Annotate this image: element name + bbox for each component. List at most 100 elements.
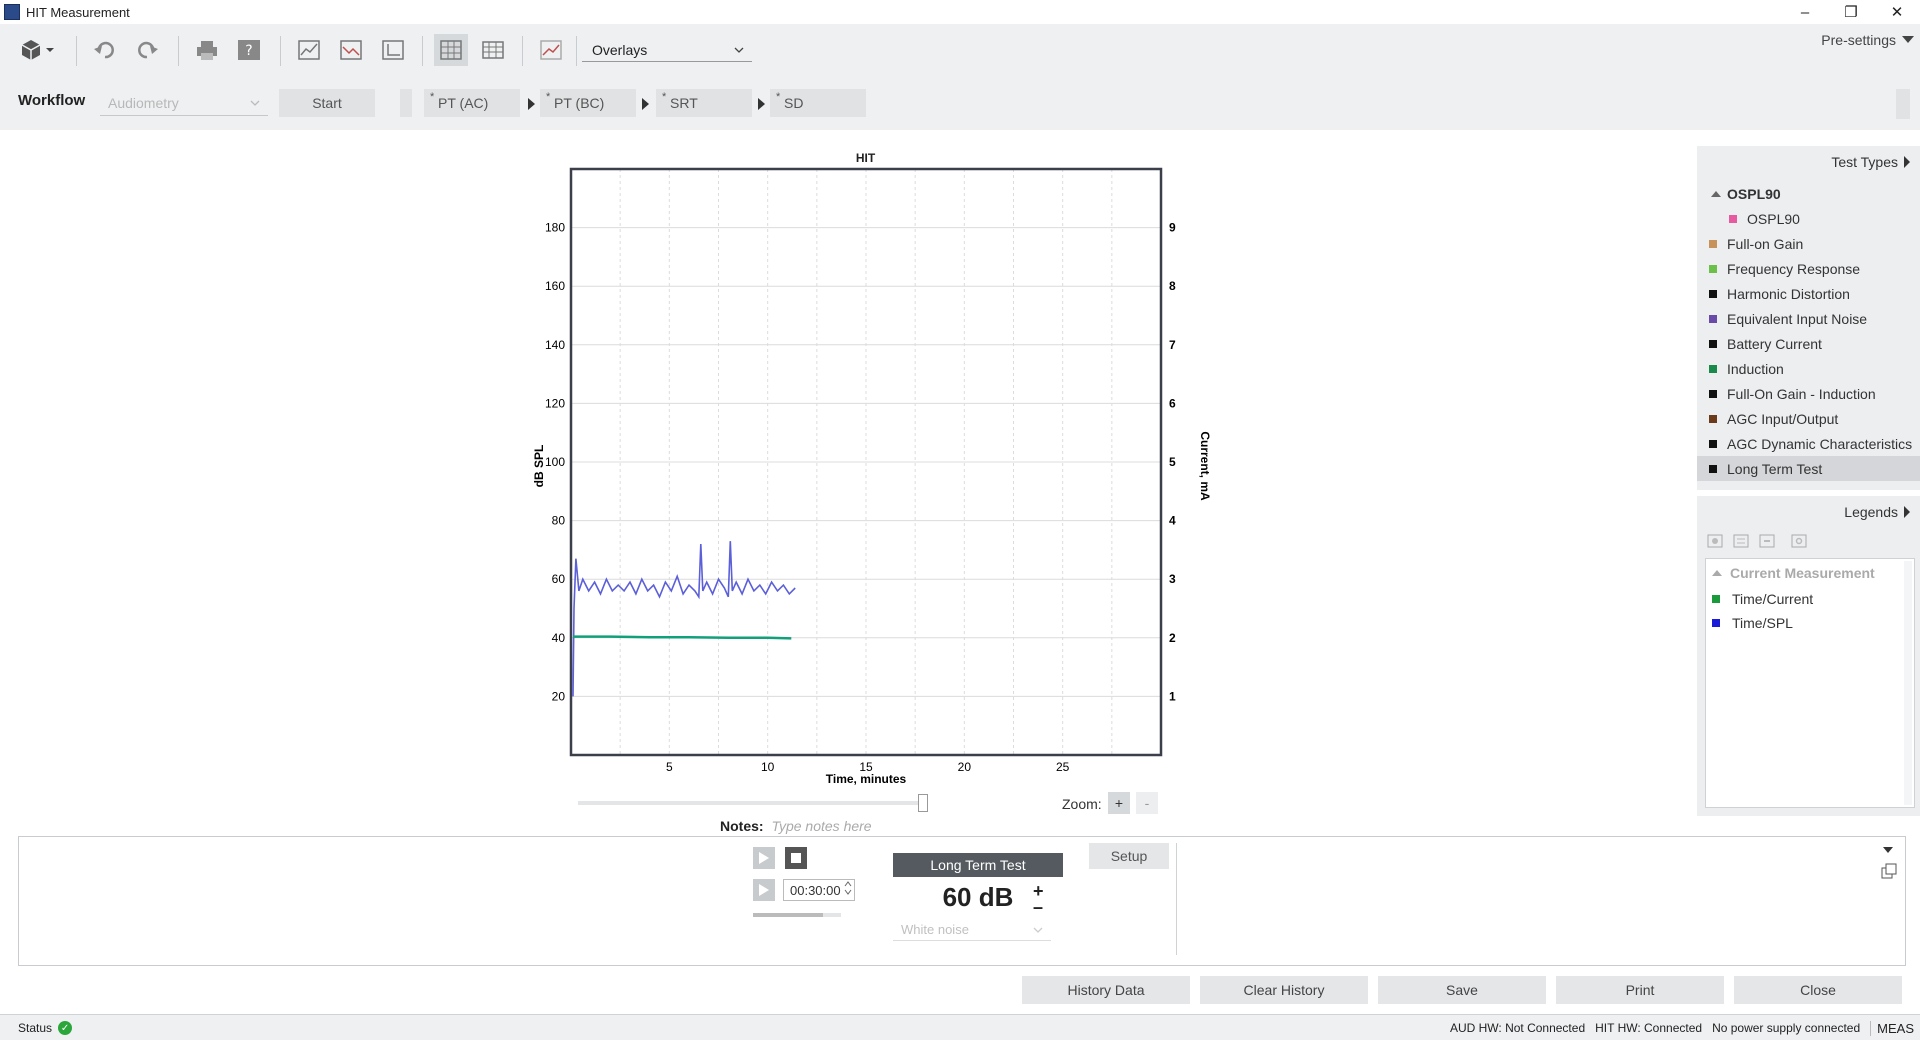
test-type-label: Full-on Gain <box>1727 235 1804 252</box>
x-tick-label: 10 <box>761 760 775 774</box>
overlays-dropdown[interactable]: Overlays <box>582 38 752 62</box>
test-type-item[interactable]: Full-on Gain <box>1697 231 1920 256</box>
status-bar: Status ✓ AUD HW: Not Connected HIT HW: C… <box>0 1014 1920 1040</box>
test-type-swatch <box>1709 389 1717 398</box>
test-types-header[interactable]: Test Types <box>1831 154 1910 170</box>
chevron-down-icon[interactable] <box>844 889 852 895</box>
legend-export-icon[interactable] <box>1759 534 1775 548</box>
legends-header[interactable]: Legends <box>1844 504 1910 520</box>
popout-window-icon[interactable] <box>1881 863 1897 879</box>
test-type-item[interactable]: Harmonic Distortion <box>1697 281 1920 306</box>
chevron-up-icon[interactable] <box>844 881 852 887</box>
test-type-label: Full-On Gain - Induction <box>1727 385 1876 402</box>
test-type-item[interactable]: Equivalent Input Noise <box>1697 306 1920 331</box>
test-group-ospl90[interactable]: OSPL90 <box>1697 181 1920 206</box>
chart-view-button-2[interactable] <box>334 34 368 66</box>
step-marker: * <box>776 91 781 103</box>
step-label: PT (BC) <box>554 95 605 111</box>
workflow-start-button[interactable]: Start <box>279 89 375 117</box>
chart-view-button-1[interactable] <box>292 34 326 66</box>
workflow-step-pt-ac[interactable]: * PT (AC) <box>424 89 520 117</box>
restore-button[interactable]: ❐ <box>1828 0 1874 24</box>
stop-icon <box>791 853 801 863</box>
legend-group-current[interactable]: Current Measurement <box>1712 565 1875 581</box>
minimize-button[interactable]: – <box>1782 0 1828 24</box>
test-type-swatch <box>1709 339 1717 348</box>
workflow-dropdown-value: Audiometry <box>108 94 179 111</box>
chart-scrollbar[interactable] <box>578 801 928 805</box>
zoom-in-button[interactable]: + <box>1108 792 1130 814</box>
timer-toggle-button[interactable] <box>753 879 775 901</box>
test-type-swatch <box>1709 314 1717 323</box>
workflow-step-sd[interactable]: * SD <box>770 89 866 117</box>
history-data-button[interactable]: History Data <box>1022 976 1190 1004</box>
legend-scrollbar[interactable] <box>1904 561 1912 805</box>
test-type-item[interactable]: AGC Input/Output <box>1697 406 1920 431</box>
zoom-out-button[interactable]: - <box>1136 792 1158 814</box>
signal-dropdown[interactable]: White noise <box>893 919 1051 941</box>
redo-button[interactable] <box>130 34 164 66</box>
grid-view-button[interactable] <box>434 34 468 66</box>
test-type-swatch <box>1709 364 1717 373</box>
module-menu-button[interactable] <box>16 34 60 66</box>
print-button[interactable] <box>190 34 224 66</box>
play-button[interactable] <box>753 847 775 869</box>
workflow-expand-button[interactable] <box>1896 89 1910 119</box>
print-report-button[interactable]: Print <box>1556 976 1724 1004</box>
test-type-label: AGC Dynamic Characteristics <box>1727 435 1913 452</box>
workflow-dropdown[interactable]: Audiometry <box>100 90 268 116</box>
x-tick-label: 20 <box>958 760 972 774</box>
test-type-item[interactable]: Induction <box>1697 356 1920 381</box>
notes-input[interactable]: Type notes here <box>771 818 871 834</box>
undo-button[interactable] <box>88 34 122 66</box>
mode-indicator: MEAS <box>1870 1020 1914 1036</box>
chart-scrollbar-thumb[interactable] <box>918 794 928 812</box>
y2-tick-label: 9 <box>1169 221 1176 235</box>
test-type-item[interactable]: Full-On Gain - Induction <box>1697 381 1920 406</box>
y2-axis-label: Current, mA <box>1198 431 1212 501</box>
legend-item-time-spl[interactable]: Time/SPL <box>1712 615 1793 631</box>
timer-stepper[interactable] <box>844 881 852 895</box>
test-type-item[interactable]: Long Term Test <box>1697 456 1920 481</box>
clear-history-button[interactable]: Clear History <box>1200 976 1368 1004</box>
test-types-title: Test Types <box>1831 154 1898 170</box>
help-button[interactable]: ? <box>232 34 266 66</box>
test-type-item[interactable]: OSPL90 <box>1697 206 1920 231</box>
play-icon <box>759 852 769 864</box>
workflow-step-pt-bc[interactable]: * PT (BC) <box>540 89 636 117</box>
presettings-dropdown[interactable]: Pre-settings <box>1821 32 1914 48</box>
y2-tick-label: 2 <box>1169 631 1176 645</box>
caret-down-icon[interactable] <box>1883 847 1893 853</box>
test-type-label: Harmonic Distortion <box>1727 285 1850 302</box>
test-type-item[interactable]: Battery Current <box>1697 331 1920 356</box>
stop-button[interactable] <box>785 847 807 869</box>
overlay-chart-button[interactable] <box>534 34 568 66</box>
timer-input[interactable]: 00:30:00 <box>783 879 855 901</box>
level-decrease-button[interactable]: – <box>1033 897 1043 918</box>
legend-group-label: Current Measurement <box>1730 565 1875 581</box>
close-window-button[interactable]: ✕ <box>1874 0 1920 24</box>
title-bar: HIT Measurement – ❐ ✕ <box>0 0 1920 24</box>
test-type-swatch <box>1709 414 1717 423</box>
window-title: HIT Measurement <box>26 4 130 20</box>
table-view-button[interactable] <box>476 34 510 66</box>
legend-copy-icon[interactable] <box>1733 534 1749 548</box>
close-button[interactable]: Close <box>1734 976 1902 1004</box>
test-type-item[interactable]: Frequency Response <box>1697 256 1920 281</box>
legend-settings-icon[interactable] <box>1791 534 1807 548</box>
notes-label: Notes: <box>720 818 764 834</box>
progress-bar <box>753 913 841 917</box>
legend-item-label: Time/SPL <box>1732 615 1793 631</box>
status-label: Status <box>18 1021 53 1035</box>
step-marker: * <box>546 91 551 103</box>
overlays-value: Overlays <box>592 41 648 58</box>
axis-button[interactable] <box>376 34 410 66</box>
setup-button[interactable]: Setup <box>1089 843 1169 869</box>
test-type-item[interactable]: AGC Dynamic Characteristics <box>1697 431 1920 456</box>
legends-panel: Legends Current Measurement Time/Current… <box>1697 496 1920 816</box>
legend-view-icon[interactable] <box>1707 534 1723 548</box>
workflow-step-srt[interactable]: * SRT <box>656 89 752 117</box>
legend-item-time-current[interactable]: Time/Current <box>1712 591 1813 607</box>
save-button[interactable]: Save <box>1378 976 1546 1004</box>
step-marker: * <box>430 91 435 103</box>
